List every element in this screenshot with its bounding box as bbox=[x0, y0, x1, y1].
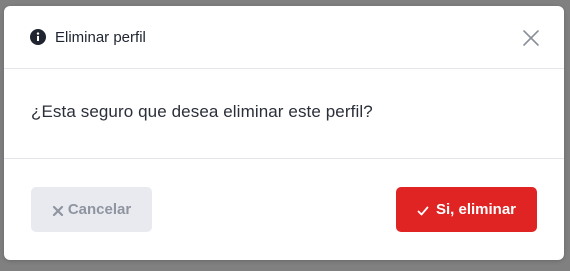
dialog-footer: Cancelar Si, eliminar bbox=[4, 159, 564, 259]
confirm-delete-button[interactable]: Si, eliminar bbox=[396, 187, 537, 232]
cancel-button[interactable]: Cancelar bbox=[31, 187, 152, 232]
cancel-button-label: Cancelar bbox=[67, 201, 132, 218]
dialog-body: ¿Esta seguro que desea eliminar este per… bbox=[4, 69, 564, 159]
dialog-header: Eliminar perfil bbox=[4, 6, 564, 69]
info-circle-icon bbox=[30, 29, 46, 45]
close-icon[interactable] bbox=[522, 29, 540, 47]
confirm-button-label: Si, eliminar bbox=[435, 201, 517, 218]
check-icon bbox=[417, 204, 429, 216]
dialog-title: Eliminar perfil bbox=[55, 29, 146, 46]
dialog-message: ¿Esta seguro que desea eliminar este per… bbox=[31, 102, 373, 121]
confirm-delete-dialog: Eliminar perfil ¿Esta seguro que desea e… bbox=[4, 6, 564, 260]
x-icon bbox=[52, 204, 64, 216]
